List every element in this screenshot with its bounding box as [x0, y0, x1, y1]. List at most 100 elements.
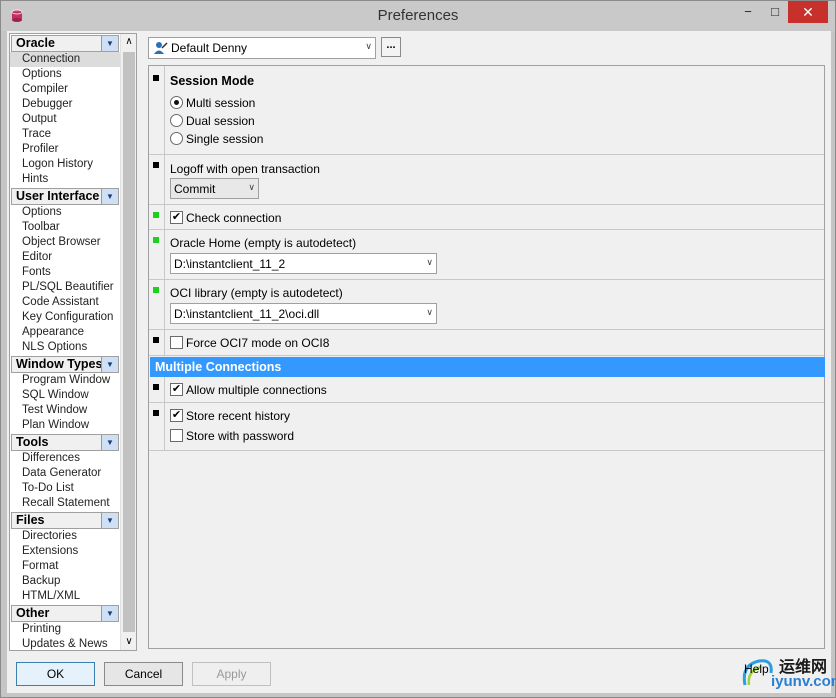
- maximize-button[interactable]: □: [763, 1, 787, 23]
- scroll-thumb[interactable]: [123, 52, 135, 632]
- sidebar-item[interactable]: Debugger: [10, 97, 120, 112]
- sidebar-item[interactable]: Printing: [10, 622, 120, 637]
- chevron-down-icon: ∨: [426, 257, 433, 267]
- sidebar-item[interactable]: Recall Statement: [10, 496, 120, 511]
- oracle-home-combobox[interactable]: D:\instantclient_11_2 ∨: [170, 253, 437, 274]
- status-marker: [153, 410, 159, 416]
- sidebar-item[interactable]: Options: [10, 205, 120, 220]
- chevron-down-icon[interactable]: ▼: [101, 513, 118, 528]
- session-mode-row: Session Mode Multi session Dual session …: [149, 66, 824, 155]
- sidebar-item[interactable]: Updates & News: [10, 637, 120, 650]
- allow-multiple-label: Allow multiple connections: [186, 383, 327, 397]
- oci-library-row: OCI library (empty is autodetect) D:\ins…: [149, 280, 824, 330]
- sidebar-scrollbar[interactable]: ∧ ∨: [120, 34, 136, 650]
- sidebar-item[interactable]: Appearance: [10, 325, 120, 340]
- sidebar-item[interactable]: Directories: [10, 529, 120, 544]
- sidebar-item[interactable]: PL/SQL Beautifier: [10, 280, 120, 295]
- sidebar-item[interactable]: Fonts: [10, 265, 120, 280]
- sidebar-item[interactable]: Data Generator: [10, 466, 120, 481]
- allow-multiple-checkbox[interactable]: ✔: [170, 383, 183, 396]
- ok-button[interactable]: OK: [16, 662, 95, 686]
- sidebar-item[interactable]: Plan Window: [10, 418, 120, 433]
- status-marker: [153, 75, 159, 81]
- sidebar-group-header[interactable]: Oracle ▼: [11, 35, 119, 52]
- sidebar-item[interactable]: Toolbar: [10, 220, 120, 235]
- cancel-button[interactable]: Cancel: [104, 662, 183, 686]
- store-password-checkbox[interactable]: [170, 429, 183, 442]
- status-marker: [153, 162, 159, 168]
- profile-user-icon: [154, 42, 168, 54]
- sidebar-item[interactable]: Connection: [10, 52, 120, 67]
- sidebar-group-header[interactable]: User Interface ▼: [11, 188, 119, 205]
- check-connection-row: ✔ Check connection: [149, 205, 824, 230]
- force-oci7-row: Force OCI7 mode on OCI8: [149, 330, 824, 356]
- profile-more-button[interactable]: ...: [381, 37, 401, 57]
- status-marker-green: [153, 237, 159, 243]
- status-marker-green: [153, 212, 159, 218]
- logoff-row: Logoff with open transaction Commit ∨: [149, 155, 824, 205]
- sidebar-item[interactable]: Code Assistant: [10, 295, 120, 310]
- sidebar-group-title: Tools: [16, 435, 49, 449]
- sidebar-item[interactable]: Compiler: [10, 82, 120, 97]
- chevron-down-icon[interactable]: ▼: [101, 435, 118, 450]
- radio-dual-session[interactable]: [170, 114, 183, 127]
- sidebar-group-header[interactable]: Files ▼: [11, 512, 119, 529]
- oci-library-combobox[interactable]: D:\instantclient_11_2\oci.dll ∨: [170, 303, 437, 324]
- radio-multi-session[interactable]: [170, 96, 183, 109]
- sidebar-item[interactable]: Profiler: [10, 142, 120, 157]
- sidebar-group-header[interactable]: Other ▼: [11, 605, 119, 622]
- chevron-down-icon[interactable]: ▼: [101, 357, 118, 372]
- status-marker: [153, 384, 159, 390]
- sidebar-item[interactable]: Format: [10, 559, 120, 574]
- radio-single-session[interactable]: [170, 132, 183, 145]
- apply-button[interactable]: Apply: [192, 662, 271, 686]
- oracle-home-label: Oracle Home (empty is autodetect): [170, 236, 357, 250]
- sidebar-item[interactable]: Trace: [10, 127, 120, 142]
- sidebar-item[interactable]: To-Do List: [10, 481, 120, 496]
- sidebar-item[interactable]: Options: [10, 67, 120, 82]
- sidebar-group-header[interactable]: Window Types ▼: [11, 356, 119, 373]
- close-button[interactable]: ✕: [788, 1, 828, 23]
- sidebar-item[interactable]: Program Window: [10, 373, 120, 388]
- sidebar-item[interactable]: Extensions: [10, 544, 120, 559]
- sidebar-item[interactable]: Test Window: [10, 403, 120, 418]
- dual-session-label: Dual session: [186, 114, 255, 128]
- preferences-window: Preferences − □ ✕ Oracle ▼ Connection Optio…: [0, 0, 836, 698]
- sidebar-group-title: Oracle: [16, 36, 55, 50]
- sidebar-item[interactable]: Key Configuration: [10, 310, 120, 325]
- check-connection-label: Check connection: [186, 211, 282, 225]
- sidebar-item[interactable]: NLS Options: [10, 340, 120, 355]
- category-sidebar: Oracle ▼ Connection Options Compiler Debugger…: [9, 33, 137, 651]
- window-client: Oracle ▼ Connection Options Compiler Debugger…: [7, 31, 836, 693]
- sidebar-item[interactable]: Output: [10, 112, 120, 127]
- minimize-button[interactable]: −: [736, 1, 760, 23]
- profile-dropdown[interactable]: Default Denny ∨: [148, 37, 376, 59]
- store-history-checkbox[interactable]: ✔: [170, 409, 183, 422]
- sidebar-item[interactable]: Hints: [10, 172, 120, 187]
- sidebar-item[interactable]: Logon History: [10, 157, 120, 172]
- chevron-down-icon[interactable]: ▼: [101, 606, 118, 621]
- sidebar-group-header[interactable]: Tools ▼: [11, 434, 119, 451]
- session-mode-title: Session Mode: [170, 74, 255, 88]
- sidebar-group-title: Other: [16, 606, 50, 620]
- sidebar-item[interactable]: Backup: [10, 574, 120, 589]
- scroll-up-icon[interactable]: ∧: [121, 34, 136, 50]
- chevron-down-icon[interactable]: ▼: [101, 189, 118, 204]
- oci-library-value: D:\instantclient_11_2\oci.dll: [174, 307, 320, 321]
- sidebar-list: Oracle ▼ Connection Options Compiler Debugger…: [10, 34, 120, 650]
- sidebar-item[interactable]: Differences: [10, 451, 120, 466]
- sidebar-item[interactable]: HTML/XML: [10, 589, 120, 604]
- check-connection-checkbox[interactable]: ✔: [170, 211, 183, 224]
- sidebar-item[interactable]: Object Browser: [10, 235, 120, 250]
- logoff-label: Logoff with open transaction: [170, 162, 320, 176]
- chevron-down-icon[interactable]: ▼: [101, 36, 118, 51]
- scroll-down-icon[interactable]: ∨: [121, 634, 136, 650]
- store-password-label: Store with password: [186, 429, 295, 443]
- sidebar-item[interactable]: Editor: [10, 250, 120, 265]
- sidebar-item[interactable]: SQL Window: [10, 388, 120, 403]
- title-bar[interactable]: Preferences − □ ✕: [1, 1, 835, 31]
- force-oci7-checkbox[interactable]: [170, 336, 183, 349]
- force-oci7-label: Force OCI7 mode on OCI8: [186, 336, 330, 350]
- logoff-dropdown[interactable]: Commit ∨: [170, 178, 259, 199]
- help-button[interactable]: Help: [744, 662, 769, 676]
